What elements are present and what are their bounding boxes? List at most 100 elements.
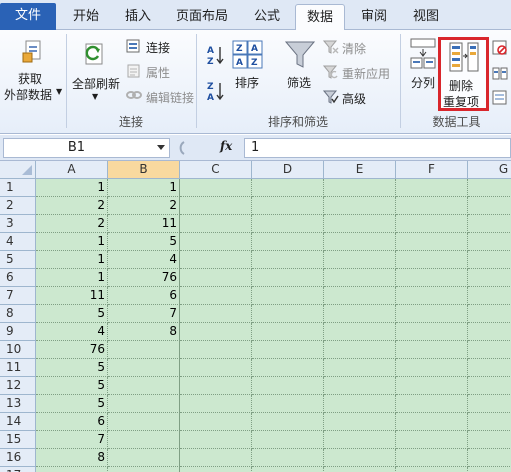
cell-a1[interactable]: 1	[36, 179, 108, 197]
cell-a12[interactable]: 5	[36, 377, 108, 395]
cell-c6[interactable]	[180, 269, 252, 287]
cell-d16[interactable]	[252, 449, 324, 467]
column-header-c[interactable]: C	[180, 161, 252, 179]
cell-c2[interactable]	[180, 197, 252, 215]
cell-d2[interactable]	[252, 197, 324, 215]
cell-f7[interactable]	[396, 287, 468, 305]
select-all-corner[interactable]	[0, 161, 36, 179]
row-header[interactable]: 5	[0, 251, 36, 269]
cell-d10[interactable]	[252, 341, 324, 359]
cell-g9[interactable]	[468, 323, 511, 341]
cell-g14[interactable]	[468, 413, 511, 431]
cell-d9[interactable]	[252, 323, 324, 341]
cell-f12[interactable]	[396, 377, 468, 395]
tab-data[interactable]: 数据	[295, 4, 345, 31]
cell-e3[interactable]	[324, 215, 396, 233]
row-header[interactable]: 1	[0, 179, 36, 197]
formula-bar-resize-icon[interactable]	[174, 140, 188, 156]
row-header[interactable]: 15	[0, 431, 36, 449]
cell-d6[interactable]	[252, 269, 324, 287]
cell-e8[interactable]	[324, 305, 396, 323]
worksheet-grid[interactable]: A B C D E F G 1 1 1 2 2 2 3 2 11 4 1 5 5 1 4 6 1 76 7 11 6 8 5 7 9 4 8 10 7…	[0, 161, 511, 472]
cell-b13[interactable]	[108, 395, 180, 413]
cell-e12[interactable]	[324, 377, 396, 395]
cell-a14[interactable]: 6	[36, 413, 108, 431]
cell-b3[interactable]: 11	[108, 215, 180, 233]
column-header-f[interactable]: F	[396, 161, 468, 179]
cell-g12[interactable]	[468, 377, 511, 395]
cell-f2[interactable]	[396, 197, 468, 215]
cell-a3[interactable]: 2	[36, 215, 108, 233]
tab-home[interactable]: 开始	[62, 4, 110, 30]
tab-review[interactable]: 审阅	[350, 4, 398, 30]
cell-e10[interactable]	[324, 341, 396, 359]
cell-e2[interactable]	[324, 197, 396, 215]
cell-a6[interactable]: 1	[36, 269, 108, 287]
row-header[interactable]: 11	[0, 359, 36, 377]
consolidate-icon[interactable]	[492, 66, 508, 82]
cell-f14[interactable]	[396, 413, 468, 431]
cell-e14[interactable]	[324, 413, 396, 431]
cell-a10[interactable]: 76	[36, 341, 108, 359]
cell-c11[interactable]	[180, 359, 252, 377]
cell-e9[interactable]	[324, 323, 396, 341]
cell-c13[interactable]	[180, 395, 252, 413]
cell-c3[interactable]	[180, 215, 252, 233]
cell-b1[interactable]: 1	[108, 179, 180, 197]
row-header[interactable]: 14	[0, 413, 36, 431]
cell-b12[interactable]	[108, 377, 180, 395]
cell-g17[interactable]	[468, 467, 511, 472]
cell-f16[interactable]	[396, 449, 468, 467]
cell-c14[interactable]	[180, 413, 252, 431]
tab-insert[interactable]: 插入	[114, 4, 162, 30]
row-header[interactable]: 13	[0, 395, 36, 413]
cell-d15[interactable]	[252, 431, 324, 449]
cell-c12[interactable]	[180, 377, 252, 395]
cell-e13[interactable]	[324, 395, 396, 413]
sort-ascending-icon[interactable]: A Z	[206, 44, 226, 66]
cell-a13[interactable]: 5	[36, 395, 108, 413]
cell-b16[interactable]	[108, 449, 180, 467]
cell-f10[interactable]	[396, 341, 468, 359]
cell-b14[interactable]	[108, 413, 180, 431]
cell-g8[interactable]	[468, 305, 511, 323]
row-header[interactable]: 8	[0, 305, 36, 323]
cell-a9[interactable]: 4	[36, 323, 108, 341]
cell-a15[interactable]: 7	[36, 431, 108, 449]
cell-e15[interactable]	[324, 431, 396, 449]
cell-a4[interactable]: 1	[36, 233, 108, 251]
column-header-e[interactable]: E	[324, 161, 396, 179]
cell-g2[interactable]	[468, 197, 511, 215]
chevron-down-icon[interactable]	[157, 145, 165, 150]
cell-d4[interactable]	[252, 233, 324, 251]
row-header[interactable]: 3	[0, 215, 36, 233]
cell-f13[interactable]	[396, 395, 468, 413]
column-header-b[interactable]: B	[108, 161, 180, 179]
cell-a7[interactable]: 11	[36, 287, 108, 305]
cell-c8[interactable]	[180, 305, 252, 323]
row-header[interactable]: 12	[0, 377, 36, 395]
cell-g13[interactable]	[468, 395, 511, 413]
cell-b5[interactable]: 4	[108, 251, 180, 269]
cell-b15[interactable]	[108, 431, 180, 449]
remove-duplicates-button[interactable]: 删除 重复项	[438, 37, 489, 111]
cell-e5[interactable]	[324, 251, 396, 269]
column-header-d[interactable]: D	[252, 161, 324, 179]
cell-d13[interactable]	[252, 395, 324, 413]
cell-f17[interactable]	[396, 467, 468, 472]
cell-g10[interactable]	[468, 341, 511, 359]
column-header-g[interactable]: G	[468, 161, 511, 179]
cell-b11[interactable]	[108, 359, 180, 377]
cell-f6[interactable]	[396, 269, 468, 287]
cell-b2[interactable]: 2	[108, 197, 180, 215]
cell-f9[interactable]	[396, 323, 468, 341]
data-validation-icon[interactable]	[492, 40, 508, 56]
cell-g4[interactable]	[468, 233, 511, 251]
cell-c17[interactable]	[180, 467, 252, 472]
cell-g11[interactable]	[468, 359, 511, 377]
cell-a2[interactable]: 2	[36, 197, 108, 215]
cell-b7[interactable]: 6	[108, 287, 180, 305]
cell-f3[interactable]	[396, 215, 468, 233]
cell-a17[interactable]	[36, 467, 108, 472]
cell-f11[interactable]	[396, 359, 468, 377]
